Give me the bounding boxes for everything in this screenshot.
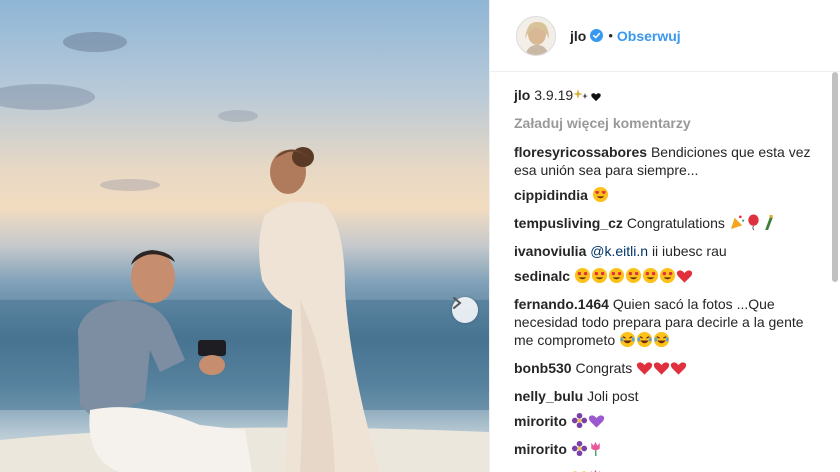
- separator-dot: •: [608, 28, 613, 43]
- post-author-username[interactable]: jlo: [570, 28, 586, 44]
- load-more-comments-button[interactable]: Załaduj więcej komentarzy: [514, 114, 840, 132]
- heart-eyes-emoji: [642, 267, 659, 288]
- profile-picture-icon: [517, 16, 555, 55]
- comments-scrollbar[interactable]: [832, 72, 838, 282]
- caption-text: 3.9.19: [534, 87, 574, 103]
- heart-eyes-emoji: [574, 267, 591, 288]
- purple-heart-emoji: [588, 413, 605, 433]
- purple-flower-emoji: [571, 440, 588, 461]
- party-popper-emoji: [729, 214, 746, 235]
- next-photo-button[interactable]: [452, 297, 478, 323]
- proposal-photo-illustration: [0, 32, 489, 472]
- comment-username[interactable]: fernando.1464: [514, 296, 609, 312]
- comment: tempusliving_cz Congratulations: [514, 214, 814, 235]
- red-heart-emoji: [676, 268, 693, 288]
- red-heart-emoji: [670, 360, 687, 380]
- heart-eyes-emoji: [625, 267, 642, 288]
- comment-username[interactable]: ivanoviulia: [514, 243, 586, 259]
- verified-badge-icon: [590, 29, 604, 42]
- tulip-emoji: [588, 440, 603, 461]
- laughing-emoji: [619, 331, 636, 352]
- post-details-panel: jlo • Obserwuj jlo 3.9.19 Załaduj więcej…: [489, 0, 840, 472]
- comment-username[interactable]: mirorito: [514, 413, 567, 429]
- follow-button[interactable]: Obserwuj: [617, 28, 681, 44]
- comment: mirorito: [514, 412, 814, 433]
- heart-eyes-emoji: [592, 186, 609, 207]
- laughing-emoji: [653, 331, 670, 352]
- tulip-emoji: [588, 468, 603, 472]
- comment: ivanoviulia @k.eitli.n ii iubesc rau: [514, 242, 814, 260]
- heart-icon: [591, 89, 601, 107]
- comment-username[interactable]: mirorito: [514, 441, 567, 457]
- purple-flower-emoji: [571, 412, 588, 433]
- balloon-emoji: [746, 214, 761, 235]
- champagne-emoji: [761, 214, 776, 235]
- comment-text: ii iubesc rau: [651, 243, 727, 259]
- comments-list: jlo 3.9.19 Załaduj więcej komentarzy flo…: [490, 72, 840, 472]
- comment-text: Joli post: [587, 388, 639, 404]
- comment-username[interactable]: tempusliving_cz: [514, 215, 623, 231]
- red-heart-emoji: [653, 360, 670, 380]
- caption-username[interactable]: jlo: [514, 87, 530, 103]
- comment-text: Congrats: [575, 360, 633, 376]
- comment-username[interactable]: bonb530: [514, 360, 572, 376]
- avatar[interactable]: [516, 15, 556, 56]
- laughing-emoji: [636, 331, 653, 352]
- post-photo[interactable]: [0, 0, 489, 472]
- comment: mirorito: [514, 440, 814, 461]
- caption: jlo 3.9.19: [514, 86, 814, 107]
- comment: cippidindia: [514, 186, 814, 207]
- comment: floresyricossabores Bendiciones que esta…: [514, 143, 814, 179]
- red-heart-emoji: [636, 360, 653, 380]
- comment-mention-link[interactable]: @k.eitli.n: [590, 243, 648, 259]
- comment-username[interactable]: nelly_bulu: [514, 388, 583, 404]
- comment: mirorito: [514, 468, 814, 472]
- comment: nelly_bulu Joli post: [514, 387, 814, 405]
- comment-username[interactable]: sedinalc: [514, 268, 570, 284]
- comment: fernando.1464 Quien sacó la fotos ...Que…: [514, 295, 814, 352]
- comment-username[interactable]: cippidindia: [514, 187, 588, 203]
- comment-text: Congratulations: [626, 215, 725, 231]
- post-header: jlo • Obserwuj: [490, 0, 840, 72]
- chevron-right-icon: [453, 297, 462, 309]
- heart-eyes-emoji: [608, 267, 625, 288]
- comment-username[interactable]: floresyricossabores: [514, 144, 647, 160]
- comment: bonb530 Congrats: [514, 359, 814, 380]
- heart-eyes-emoji: [659, 267, 676, 288]
- comment: sedinalc: [514, 267, 814, 288]
- sparkle-icon: [573, 87, 591, 107]
- heart-eyes-emoji: [591, 267, 608, 288]
